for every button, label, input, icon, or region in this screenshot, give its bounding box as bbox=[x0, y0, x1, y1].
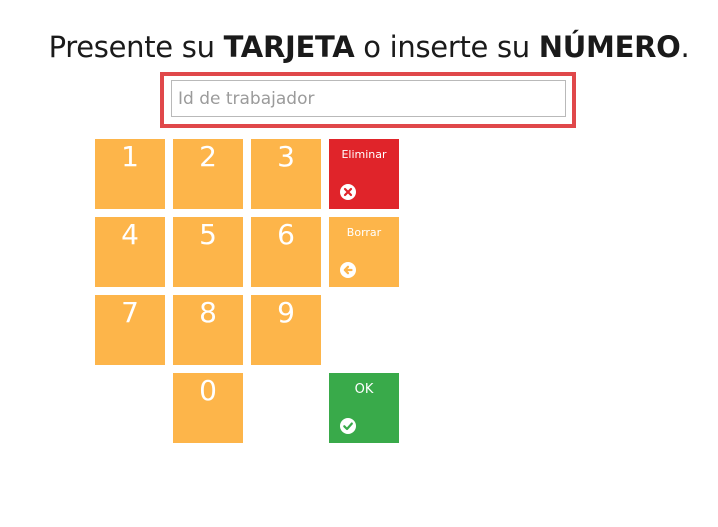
keypad-key-label: 3 bbox=[277, 140, 295, 173]
keypad-key-label: 8 bbox=[199, 296, 217, 329]
keypad-key-4[interactable]: 4 bbox=[95, 217, 165, 287]
keypad-key-label: 9 bbox=[277, 296, 295, 329]
keypad-key-7[interactable]: 7 bbox=[95, 295, 165, 365]
ok-button-label: OK bbox=[354, 382, 374, 397]
arrow-left-circle-icon bbox=[340, 262, 356, 278]
keypad-key-5[interactable]: 5 bbox=[173, 217, 243, 287]
keypad-key-1[interactable]: 1 bbox=[95, 139, 165, 209]
prompt-text-3: . bbox=[680, 30, 690, 64]
keypad-key-3[interactable]: 3 bbox=[251, 139, 321, 209]
keypad-key-2[interactable]: 2 bbox=[173, 139, 243, 209]
keypad-key-label: 7 bbox=[121, 296, 139, 329]
delete-button[interactable]: Eliminar bbox=[329, 139, 399, 209]
keypad-key-8[interactable]: 8 bbox=[173, 295, 243, 365]
check-circle-icon bbox=[340, 418, 356, 434]
prompt-text-2: o inserte su bbox=[354, 30, 539, 64]
prompt-number-emphasis: NÚMERO bbox=[538, 30, 681, 64]
keypad-key-9[interactable]: 9 bbox=[251, 295, 321, 365]
keypad-key-0[interactable]: 0 bbox=[173, 373, 243, 443]
page-prompt: Presente su TARJETA o inserte su NÚMERO. bbox=[0, 30, 718, 64]
delete-button-label: Eliminar bbox=[341, 148, 387, 161]
backspace-button[interactable]: Borrar bbox=[329, 217, 399, 287]
prompt-text-1: Presente su bbox=[48, 30, 224, 64]
prompt-card-emphasis: TARJETA bbox=[223, 30, 355, 64]
keypad-key-label: 1 bbox=[121, 140, 139, 173]
keypad-key-label: 0 bbox=[199, 374, 217, 407]
ok-button[interactable]: OK bbox=[329, 373, 399, 443]
backspace-button-label: Borrar bbox=[346, 226, 382, 239]
keypad-key-6[interactable]: 6 bbox=[251, 217, 321, 287]
keypad-key-label: 6 bbox=[277, 218, 295, 251]
keypad-key-label: 5 bbox=[199, 218, 217, 251]
times-circle-icon bbox=[340, 184, 356, 200]
worker-id-field-frame bbox=[160, 72, 576, 128]
keypad-key-label: 2 bbox=[199, 140, 217, 173]
worker-id-input[interactable] bbox=[171, 80, 566, 117]
keypad-key-label: 4 bbox=[121, 218, 139, 251]
